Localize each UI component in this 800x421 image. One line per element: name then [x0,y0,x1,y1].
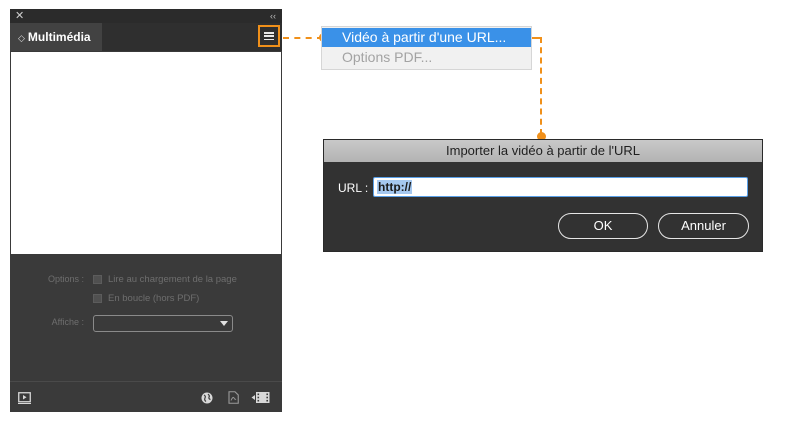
panel-footer [10,381,282,412]
pdf-icon[interactable] [228,391,239,409]
chevron-down-icon [220,321,228,326]
multimedia-panel: ✕ ‹‹ ◇ Multimédia Options : Lire au charg… [10,9,282,412]
dialog-title: Importer la vidéo à partir de l'URL [324,140,762,162]
collapse-icon[interactable]: ‹‹ [270,9,276,23]
menu-item-pdf-options: Options PDF... [342,49,433,65]
tab-multimedia[interactable]: ◇ Multimédia [10,23,102,51]
globe-icon[interactable] [201,391,213,409]
loop-label: En boucle (hors PDF) [108,293,200,304]
panel-menu-button[interactable] [258,25,280,47]
url-input-value: http:// [377,180,413,194]
preview-icon[interactable] [18,391,31,409]
video-preview-area [11,52,281,254]
autoplay-checkbox[interactable] [93,275,102,284]
close-icon[interactable]: ✕ [15,9,24,23]
place-video-icon[interactable] [251,391,270,409]
import-video-url-dialog: Importer la vidéo à partir de l'URL URL … [323,139,763,252]
panel-titlebar: ✕ ‹‹ [10,9,282,23]
panel-flyout-menu: Vidéo à partir d'une URL... Options PDF.… [321,26,532,70]
menu-item-video-from-url[interactable]: Vidéo à partir d'une URL... [322,28,531,47]
url-label: URL : [338,181,369,195]
hamburger-icon [264,32,274,40]
cancel-button[interactable]: Annuler [658,213,749,239]
loop-checkbox[interactable] [93,294,102,303]
tab-label: Multimédia [27,30,91,44]
autoplay-label: Lire au chargement de la page [108,274,237,285]
ok-button[interactable]: OK [558,213,648,239]
url-input[interactable]: http:// [373,177,748,197]
options-label: Options : [47,274,84,284]
callout-connector-v [540,37,542,135]
tab-arrows-icon: ◇ [18,33,25,43]
poster-select[interactable] [93,315,233,332]
poster-label: Affiche : [51,317,84,327]
panel-tabbar: ◇ Multimédia [10,23,282,51]
callout-connector-menu [283,37,323,39]
options-area: Options : Lire au chargement de la page … [10,271,282,341]
